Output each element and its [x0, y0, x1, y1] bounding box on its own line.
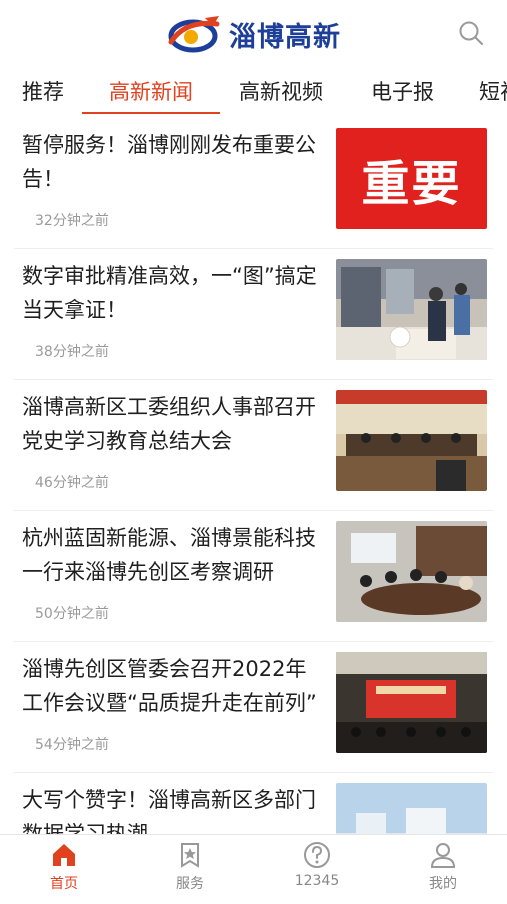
- thumbnail-text: 重要: [361, 155, 462, 212]
- nav-home[interactable]: 首页: [24, 841, 104, 893]
- category-tabs: 推荐 高新新闻 高新视频 电子报 短视: [0, 64, 507, 116]
- nav-label: 我的: [429, 876, 457, 892]
- nav-label: 首页: [50, 876, 78, 892]
- help-circle-icon: [304, 842, 330, 868]
- news-thumbnail: [336, 652, 487, 753]
- nav-label: 服务: [176, 876, 204, 892]
- news-title: 淄博高新区工委组织人事部召开党史学习教育总结大会: [22, 395, 316, 453]
- app-logo: 淄博高新: [165, 12, 341, 56]
- news-time: 32分钟之前: [35, 213, 109, 229]
- news-item[interactable]: 暂停服务！淄博刚刚发布重要公告！ 32分钟之前 重要: [0, 118, 507, 249]
- bookmark-star-icon: [181, 843, 199, 868]
- bottom-navigation: 首页 服务 12345 我的: [0, 834, 507, 901]
- news-thumbnail: 重要: [336, 128, 487, 229]
- news-thumbnail: [336, 390, 487, 491]
- logo-text: 淄博高新: [229, 21, 341, 53]
- news-title: 数字审批精准高效，一“图”搞定当天拿证！: [22, 264, 317, 322]
- nav-12345[interactable]: 12345: [277, 841, 357, 889]
- active-tab-indicator: [82, 112, 220, 114]
- tab-recommend[interactable]: 推荐: [22, 76, 64, 106]
- news-item[interactable]: 杭州蓝固新能源、淄博景能科技一行来淄博先创区考察调研 50分钟之前: [0, 511, 507, 642]
- news-time: 50分钟之前: [35, 606, 109, 622]
- nav-mine[interactable]: 我的: [403, 841, 483, 893]
- news-title: 暂停服务！淄博刚刚发布重要公告！: [22, 133, 316, 191]
- tab-short-video[interactable]: 短视: [479, 76, 507, 106]
- home-icon: [53, 844, 75, 866]
- app-header: 淄博高新: [0, 0, 507, 64]
- news-time: 46分钟之前: [35, 475, 109, 491]
- nav-label: 12345: [294, 873, 340, 889]
- logo-swirl-icon: [168, 16, 220, 53]
- news-title: 淄博先创区管委会召开2022年工作会议暨“品质提升走在前列”: [22, 657, 317, 715]
- tab-e-paper[interactable]: 电子报: [371, 76, 434, 106]
- news-title: 杭州蓝固新能源、淄博景能科技一行来淄博先创区考察调研: [22, 526, 316, 584]
- news-time: 38分钟之前: [35, 344, 109, 360]
- tab-hitech-news[interactable]: 高新新闻: [109, 76, 193, 106]
- news-thumbnail: [336, 259, 487, 360]
- news-item[interactable]: 数字审批精准高效，一“图”搞定当天拿证！ 38分钟之前: [0, 249, 507, 380]
- news-time: 54分钟之前: [35, 737, 109, 753]
- news-thumbnail: [336, 521, 487, 622]
- news-item[interactable]: 淄博高新区工委组织人事部召开党史学习教育总结大会 46分钟之前: [0, 380, 507, 511]
- news-item[interactable]: 淄博先创区管委会召开2022年工作会议暨“品质提升走在前列” 54分钟之前: [0, 642, 507, 773]
- nav-service[interactable]: 服务: [150, 841, 230, 893]
- user-icon: [430, 843, 456, 868]
- tab-hitech-video[interactable]: 高新视频: [239, 76, 323, 106]
- search-icon[interactable]: [458, 20, 484, 46]
